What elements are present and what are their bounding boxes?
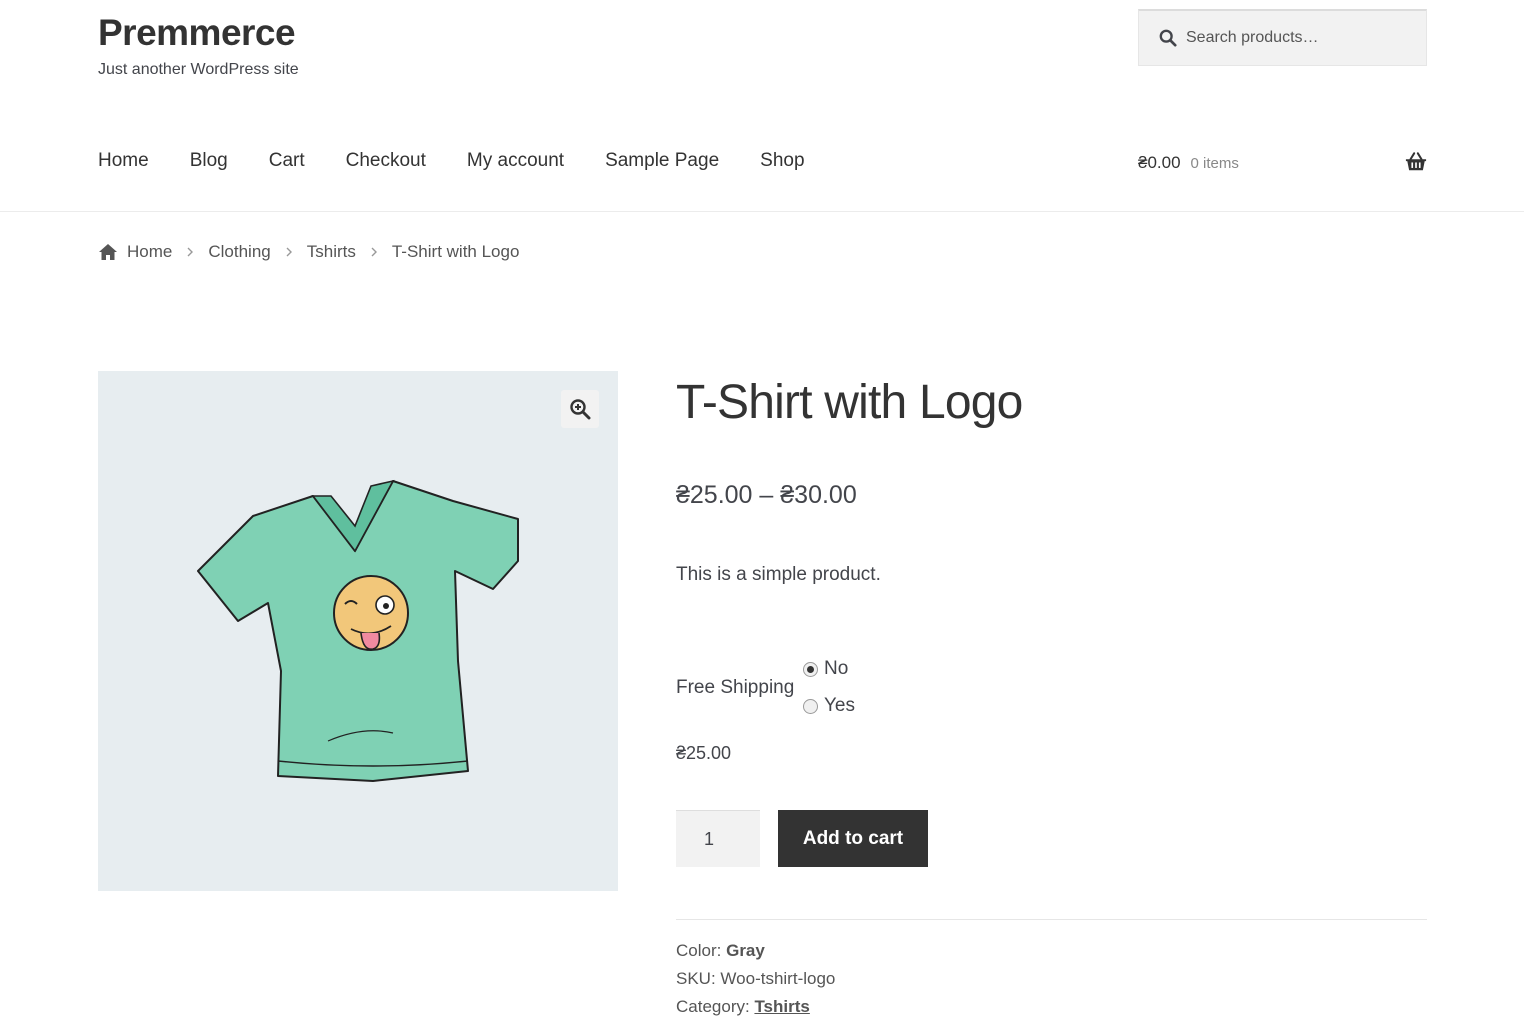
meta-category-link[interactable]: Tshirts [754, 997, 809, 1016]
meta-sku-value: Woo-tshirt-logo [720, 969, 836, 988]
site-header: Premmerce Just another WordPress site Ho… [0, 0, 1524, 212]
product-short-description: This is a simple product. [676, 564, 881, 585]
meta-category-label: Category: [676, 997, 750, 1016]
radio-label-yes: Yes [824, 695, 855, 716]
basket-icon[interactable] [1405, 151, 1427, 173]
meta-color-label: Color: [676, 941, 722, 960]
site-description: Just another WordPress site [98, 61, 299, 78]
nav-item-my-account[interactable]: My account [467, 150, 564, 172]
breadcrumb: Home Clothing Tshirts T-Shirt with Logo [98, 242, 519, 262]
nav-item-blog[interactable]: Blog [190, 150, 228, 172]
meta-color-value: Gray [726, 941, 765, 960]
zoom-button[interactable] [561, 390, 599, 428]
search-box[interactable] [1138, 9, 1427, 66]
product-price-range: ₴25.00 – ₴30.00 [676, 481, 857, 509]
header-cart[interactable]: ₴0.00 0 items [1138, 150, 1427, 176]
divider [676, 919, 1427, 920]
chevron-right-icon [187, 247, 194, 257]
quantity-input[interactable] [676, 810, 760, 867]
meta-color: Color: Gray [676, 941, 765, 961]
product-image [197, 479, 519, 782]
site-title[interactable]: Premmerce [98, 12, 296, 54]
search-input[interactable] [1186, 29, 1416, 47]
breadcrumb-clothing[interactable]: Clothing [208, 242, 270, 262]
nav-item-cart[interactable]: Cart [269, 150, 305, 172]
nav-item-shop[interactable]: Shop [760, 150, 804, 172]
cart-amount: ₴0.00 [1138, 153, 1181, 172]
radio-yes[interactable]: Yes [803, 695, 855, 717]
option-label: Free Shipping [676, 677, 795, 698]
add-to-cart-button[interactable]: Add to cart [778, 810, 928, 867]
breadcrumb-current: T-Shirt with Logo [391, 242, 520, 261]
radio-label-no: No [824, 658, 849, 679]
variation-price: ₴25.00 [676, 743, 732, 763]
product-title: T-Shirt with Logo [676, 376, 1023, 429]
meta-sku-label: SKU: [676, 969, 716, 988]
nav-item-sample-page[interactable]: Sample Page [605, 150, 719, 172]
meta-category: Category: Tshirts [676, 997, 810, 1017]
home-icon [99, 244, 117, 260]
radio-button[interactable] [803, 698, 818, 714]
nav-item-home[interactable]: Home [98, 150, 149, 172]
product-gallery[interactable] [98, 371, 618, 891]
primary-nav: Home Blog Cart Checkout My account Sampl… [98, 150, 846, 172]
radio-no[interactable]: No [803, 658, 848, 680]
breadcrumb-tshirts[interactable]: Tshirts [307, 242, 356, 262]
breadcrumb-home[interactable]: Home [127, 242, 172, 262]
cart-item-count: 0 items [1190, 154, 1239, 172]
chevron-right-icon [286, 247, 292, 257]
radio-button-checked[interactable] [803, 661, 818, 677]
zoom-icon [570, 399, 591, 420]
nav-item-checkout[interactable]: Checkout [346, 150, 426, 172]
meta-sku: SKU: Woo-tshirt-logo [676, 969, 835, 989]
search-icon [1159, 29, 1177, 47]
chevron-right-icon [371, 247, 377, 257]
